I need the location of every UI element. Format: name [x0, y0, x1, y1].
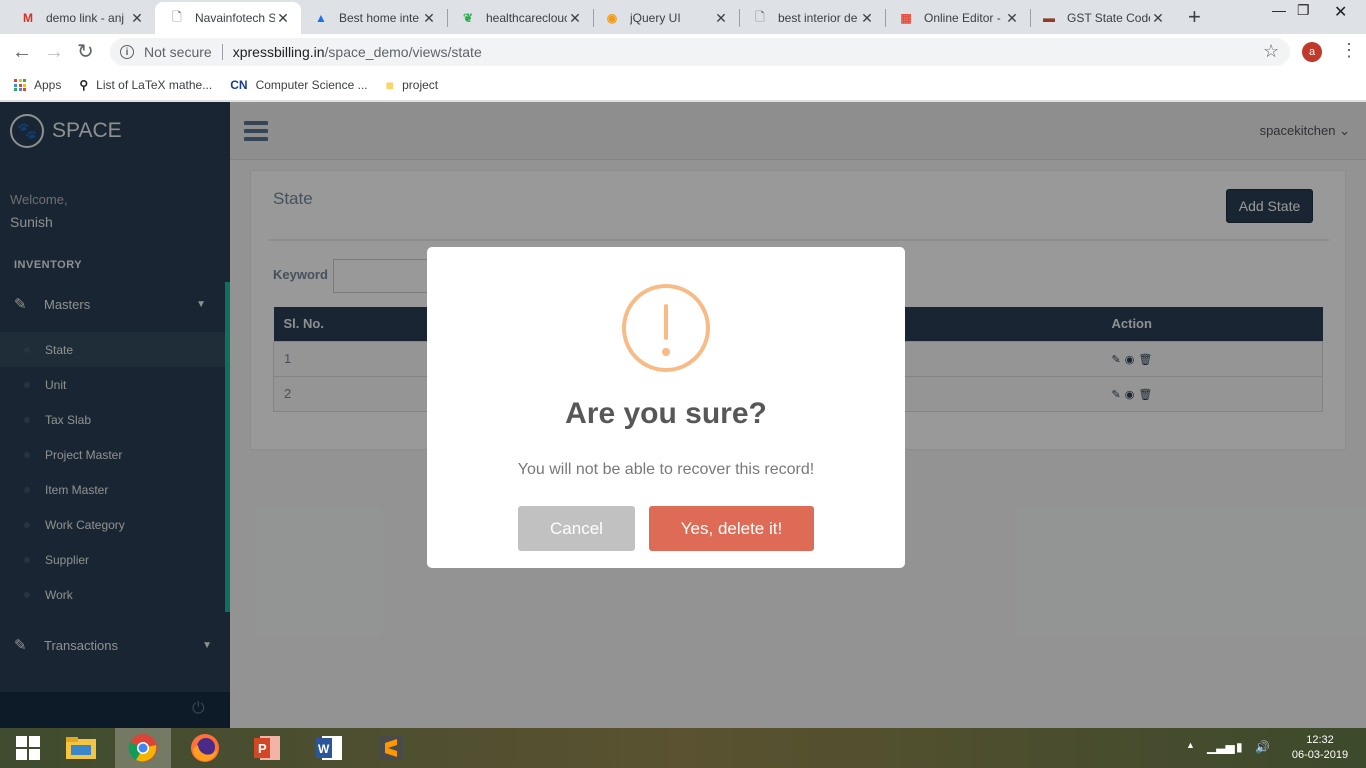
window-close-icon[interactable]: ✕ [1334, 2, 1347, 22]
close-icon[interactable]: ✕ [421, 10, 437, 27]
system-clock[interactable]: 12:32 06-03-2019 [1288, 733, 1352, 763]
browser-tab-strip: M demo link - anj ✕ 🗋 Navainfotech S ✕ ▲… [0, 0, 1366, 34]
close-icon[interactable]: ✕ [275, 10, 291, 27]
network-icon[interactable]: ▁▃▅ [1207, 740, 1235, 754]
omnibox[interactable]: i Not secure xpressbilling.in/space_demo… [110, 38, 1290, 66]
browser-tab-gst[interactable]: ▬ GST State Code ✕ [1031, 2, 1176, 34]
bookmark-label: List of LaTeX mathe... [96, 78, 213, 92]
address-bar-row: ← → ↻ i Not secure xpressbilling.in/spac… [0, 34, 1366, 70]
bookmark-label: project [402, 78, 439, 92]
tab-title: jQuery UI [630, 11, 681, 25]
tray-expand-icon[interactable]: ▲ [1186, 740, 1195, 750]
oeis-icon: ⚲ [79, 78, 89, 92]
tab-title: demo link - anj [46, 11, 125, 25]
browser-tab-jquery[interactable]: ◉ jQuery UI ✕ [594, 2, 739, 34]
clock-time: 12:32 [1306, 734, 1334, 746]
url-path: /space_demo/views/state [324, 44, 482, 60]
browser-tab-gmail[interactable]: M demo link - anj ✕ [0, 2, 155, 34]
word-icon[interactable]: W [301, 728, 357, 768]
browser-menu-icon[interactable]: ⋮ [1340, 40, 1358, 61]
profile-avatar[interactable]: a [1302, 42, 1322, 62]
back-arrow-icon[interactable]: ← [12, 40, 32, 64]
tab-title: healthcareclouc [486, 11, 567, 25]
close-icon[interactable]: ✕ [1150, 10, 1166, 27]
confirm-delete-dialog: Are you sure? You will not be able to re… [427, 247, 905, 568]
battery-icon[interactable]: ▮ [1236, 740, 1243, 754]
bookmark-label: Computer Science ... [255, 78, 368, 92]
page-icon: 🗋 [172, 9, 182, 24]
dialog-title: Are you sure? [565, 397, 767, 430]
omnibox-separator [221, 44, 223, 60]
windows-taskbar: P W ▲ ▁▃▅ ▮ 🔊 12:32 06-03-2019 [0, 728, 1366, 768]
gmail-icon: M [23, 11, 33, 25]
windows-start-icon[interactable] [0, 728, 56, 768]
bookmarks-bar: Apps ⚲ List of LaTeX mathe... CN Compute… [0, 70, 1366, 101]
tab-title: GST State Code [1067, 11, 1150, 25]
browser-tab-online-editor[interactable]: ▦ Online Editor - ✕ [886, 2, 1030, 34]
cn-icon: CN [230, 78, 248, 92]
editor-icon: ▦ [900, 11, 912, 25]
tab-title: best interior de [778, 11, 858, 25]
security-label: Not secure [144, 44, 212, 60]
close-icon[interactable]: ✕ [129, 10, 145, 27]
bookmark-project[interactable]: ■ project [386, 77, 439, 93]
tab-title: Navainfotech S [195, 11, 275, 25]
page-icon: 🗋 [755, 9, 765, 24]
bookmark-star-icon[interactable]: ☆ [1263, 41, 1279, 62]
close-icon[interactable]: ✕ [1004, 10, 1020, 27]
minimize-icon[interactable]: — [1272, 2, 1286, 18]
firefox-icon[interactable] [177, 728, 233, 768]
tab-title: Online Editor - [924, 11, 1001, 25]
folder-icon: ■ [385, 77, 395, 93]
bookmark-cs[interactable]: CN Computer Science ... [230, 78, 367, 92]
bookmark-label: Apps [34, 78, 62, 92]
tab-title: Best home inte [339, 11, 420, 25]
url-host: xpressbilling.in [232, 44, 325, 60]
warning-icon [622, 284, 710, 372]
info-icon[interactable]: i [120, 45, 134, 59]
browser-tab-navainfotech[interactable]: 🗋 Navainfotech S ✕ [155, 2, 301, 34]
bookmark-apps[interactable]: Apps [14, 78, 61, 92]
gst-icon: ▬ [1043, 11, 1055, 25]
reload-icon[interactable]: ↻ [77, 40, 94, 64]
svg-text:W: W [318, 742, 330, 756]
sublime-icon[interactable] [363, 728, 419, 768]
browser-tab-healthcare[interactable]: ❦ healthcareclouc ✕ [448, 2, 593, 34]
clock-date: 06-03-2019 [1291, 749, 1349, 761]
dialog-message: You will not be able to recover this rec… [517, 461, 815, 478]
close-icon[interactable]: ✕ [567, 10, 583, 27]
chrome-icon[interactable] [115, 728, 171, 768]
new-tab-plus-icon[interactable]: + [1188, 6, 1201, 28]
powerpoint-icon[interactable]: P [239, 728, 295, 768]
apps-grid-icon [14, 79, 26, 91]
svg-text:P: P [258, 741, 267, 756]
confirm-delete-button[interactable]: Yes, delete it! [649, 506, 814, 551]
volume-icon[interactable]: 🔊 [1255, 740, 1270, 754]
jquery-icon: ◉ [606, 11, 618, 25]
file-explorer-icon[interactable] [53, 728, 109, 768]
close-icon[interactable]: ✕ [859, 10, 875, 27]
leaf-icon: ❦ [462, 11, 474, 25]
forward-arrow-icon[interactable]: → [44, 40, 64, 64]
browser-tab-interior[interactable]: 🗋 best interior de ✕ [740, 2, 885, 34]
photo-icon: ▲ [315, 11, 327, 25]
close-icon[interactable]: ✕ [713, 10, 729, 27]
restore-icon[interactable]: ❐ [1297, 2, 1310, 19]
bookmark-latex[interactable]: ⚲ List of LaTeX mathe... [79, 78, 212, 92]
cancel-button[interactable]: Cancel [518, 506, 635, 551]
browser-tab-best-home[interactable]: ▲ Best home inte ✕ [301, 2, 447, 34]
